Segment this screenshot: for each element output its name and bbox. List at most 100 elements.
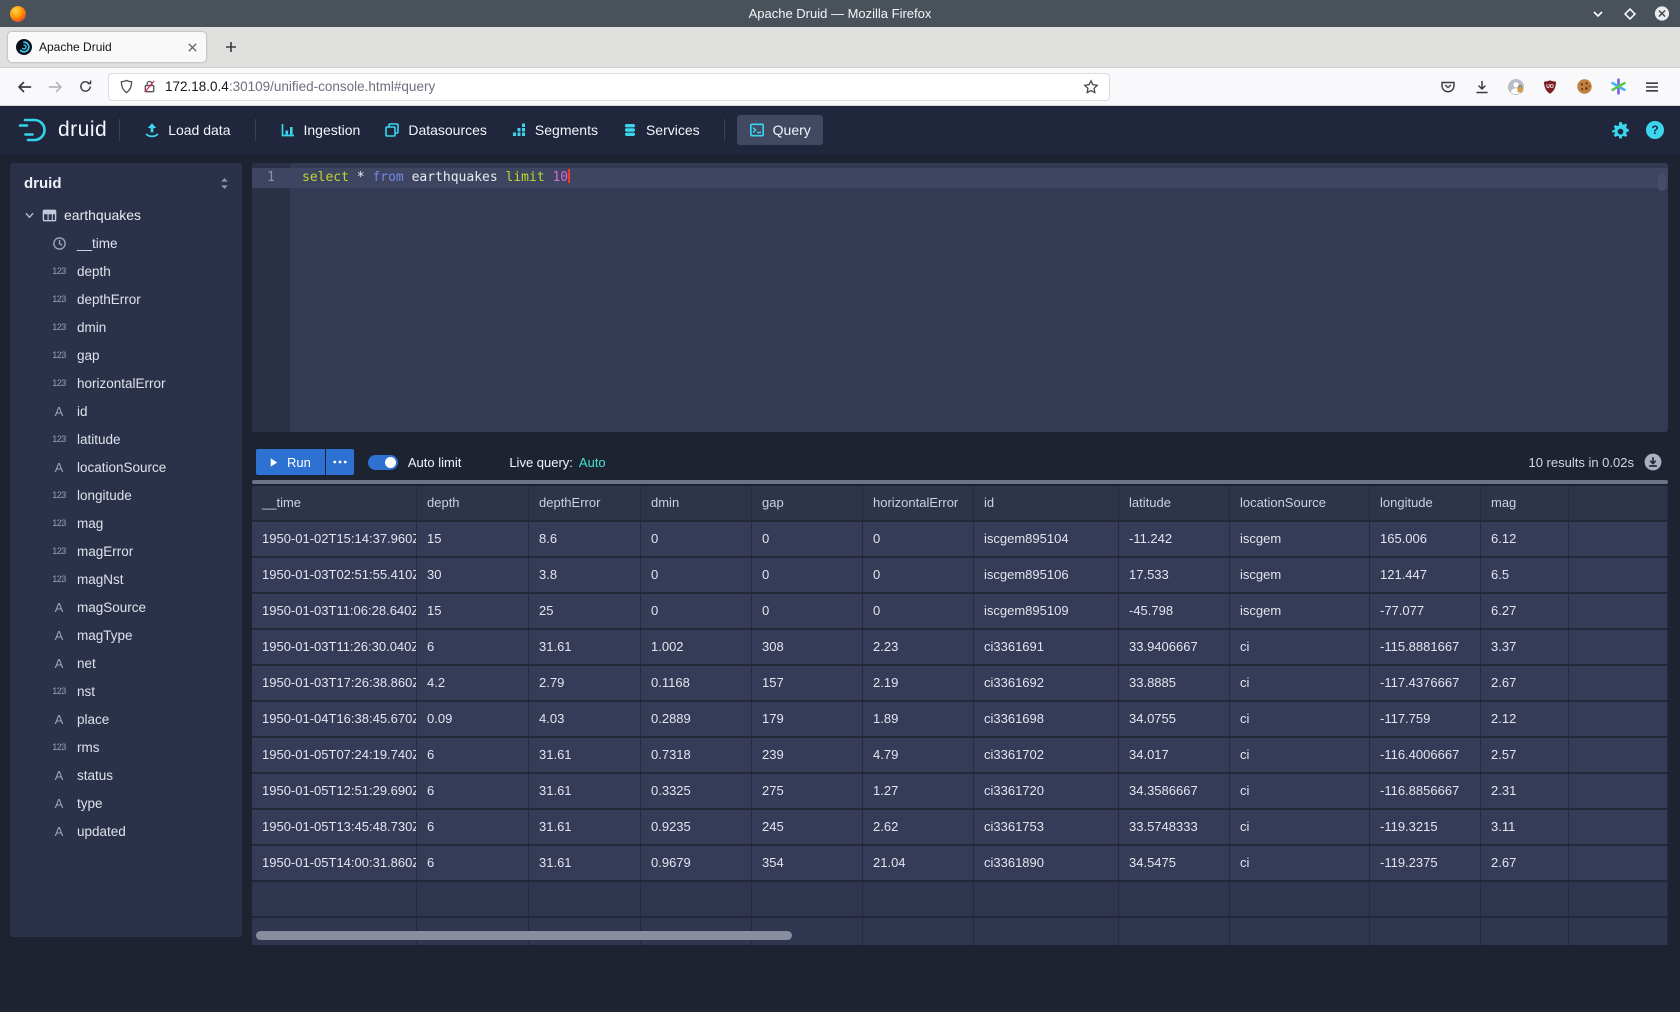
sidebar-column-dmin[interactable]: 123dmin: [24, 313, 232, 341]
account-extension-icon[interactable]: [1502, 73, 1530, 101]
schema-header[interactable]: druid: [24, 171, 232, 195]
cell-r7-c6[interactable]: ci3361720: [974, 774, 1119, 808]
cell-r2-c9[interactable]: -77.077: [1370, 594, 1481, 628]
cell-r5-c5[interactable]: 1.89: [863, 702, 974, 736]
druid-logo[interactable]: druid: [16, 116, 107, 144]
cell-r4-c0[interactable]: 1950-01-03T17:26:38.860Z: [252, 666, 417, 700]
cell-r3-c8[interactable]: ci: [1230, 630, 1370, 664]
cell-r1-c5[interactable]: 0: [863, 558, 974, 592]
cell-r7-c5[interactable]: 1.27: [863, 774, 974, 808]
cell-r9-c1[interactable]: 6: [417, 846, 529, 880]
asterisk-extension-icon[interactable]: [1604, 73, 1632, 101]
cell-r5-c7[interactable]: 34.0755: [1119, 702, 1230, 736]
column-header-dmin[interactable]: dmin: [641, 486, 752, 520]
cell-r9-c9[interactable]: -119.2375: [1370, 846, 1481, 880]
cell-r5-c6[interactable]: ci3361698: [974, 702, 1119, 736]
sidebar-column-horizontalerror[interactable]: 123horizontalError: [24, 369, 232, 397]
reload-icon[interactable]: [70, 73, 100, 101]
cell-r0-c6[interactable]: iscgem895104: [974, 522, 1119, 556]
cell-r4-c5[interactable]: 2.19: [863, 666, 974, 700]
cookie-extension-icon[interactable]: [1570, 73, 1598, 101]
column-header-deptherror[interactable]: depthError: [529, 486, 641, 520]
cell-r5-c1[interactable]: 0.09: [417, 702, 529, 736]
cell-r0-c7[interactable]: -11.242: [1119, 522, 1230, 556]
sort-carets-icon[interactable]: [219, 177, 230, 190]
window-close-icon[interactable]: [1654, 6, 1670, 22]
cell-r6-c11[interactable]: [1569, 738, 1668, 772]
cell-r1-c9[interactable]: 121.447: [1370, 558, 1481, 592]
cell-r6-c1[interactable]: 6: [417, 738, 529, 772]
cell-r4-c9[interactable]: -117.4376667: [1370, 666, 1481, 700]
cell-r8-c3[interactable]: 0.9235: [641, 810, 752, 844]
tab-close-icon[interactable]: [187, 42, 198, 53]
live-query-value[interactable]: Auto: [579, 455, 606, 470]
cell-r4-c2[interactable]: 2.79: [529, 666, 641, 700]
sidebar-column-depth[interactable]: 123depth: [24, 257, 232, 285]
cell-r2-c2[interactable]: 25: [529, 594, 641, 628]
column-header-horizontalerror[interactable]: horizontalError: [863, 486, 974, 520]
cell-r8-c9[interactable]: -119.3215: [1370, 810, 1481, 844]
sidebar-column-longitude[interactable]: 123longitude: [24, 481, 232, 509]
cell-r3-c3[interactable]: 1.002: [641, 630, 752, 664]
cell-r2-c5[interactable]: 0: [863, 594, 974, 628]
cell-r3-c11[interactable]: [1569, 630, 1668, 664]
window-maximize-icon[interactable]: [1622, 6, 1638, 22]
sidebar-column-place[interactable]: Aplace: [24, 705, 232, 733]
sidebar-column-magsource[interactable]: AmagSource: [24, 593, 232, 621]
cell-r2-c3[interactable]: 0: [641, 594, 752, 628]
column-header-latitude[interactable]: latitude: [1119, 486, 1230, 520]
cell-r0-c2[interactable]: 8.6: [529, 522, 641, 556]
cell-r8-c8[interactable]: ci: [1230, 810, 1370, 844]
cell-r8-c6[interactable]: ci3361753: [974, 810, 1119, 844]
ublock-origin-icon[interactable]: UO: [1536, 73, 1564, 101]
cell-r1-c2[interactable]: 3.8: [529, 558, 641, 592]
downloads-icon[interactable]: [1468, 73, 1496, 101]
run-button[interactable]: Run: [256, 449, 325, 475]
cell-r9-c6[interactable]: ci3361890: [974, 846, 1119, 880]
cell-r0-c11[interactable]: [1569, 522, 1668, 556]
cell-r1-c11[interactable]: [1569, 558, 1668, 592]
cell-r6-c4[interactable]: 239: [752, 738, 863, 772]
cell-r1-c3[interactable]: 0: [641, 558, 752, 592]
cell-r4-c1[interactable]: 4.2: [417, 666, 529, 700]
horizontal-scrollbar-thumb[interactable]: [256, 931, 792, 940]
column-header-locationsource[interactable]: locationSource: [1230, 486, 1370, 520]
cell-r0-c8[interactable]: iscgem: [1230, 522, 1370, 556]
sidebar-column-magnst[interactable]: 123magNst: [24, 565, 232, 593]
cell-r2-c11[interactable]: [1569, 594, 1668, 628]
editor-scrollbar-thumb[interactable]: [1658, 173, 1666, 191]
cell-r6-c0[interactable]: 1950-01-05T07:24:19.740Z: [252, 738, 417, 772]
cell-r6-c7[interactable]: 34.017: [1119, 738, 1230, 772]
cell-r4-c4[interactable]: 157: [752, 666, 863, 700]
cell-r9-c8[interactable]: ci: [1230, 846, 1370, 880]
cell-r1-c8[interactable]: iscgem: [1230, 558, 1370, 592]
cell-r1-c7[interactable]: 17.533: [1119, 558, 1230, 592]
sidebar-column-net[interactable]: Anet: [24, 649, 232, 677]
cell-r3-c9[interactable]: -115.8881667: [1370, 630, 1481, 664]
cell-r9-c10[interactable]: 2.67: [1481, 846, 1569, 880]
column-header-empty[interactable]: [1569, 486, 1668, 520]
cell-r3-c7[interactable]: 33.9406667: [1119, 630, 1230, 664]
cell-r6-c6[interactable]: ci3361702: [974, 738, 1119, 772]
cell-r6-c8[interactable]: ci: [1230, 738, 1370, 772]
cell-r1-c1[interactable]: 30: [417, 558, 529, 592]
tracking-shield-icon[interactable]: [119, 79, 134, 94]
sidebar-column-nst[interactable]: 123nst: [24, 677, 232, 705]
cell-r6-c9[interactable]: -116.4006667: [1370, 738, 1481, 772]
nav-ingestion[interactable]: Ingestion: [268, 115, 373, 145]
cell-r3-c1[interactable]: 6: [417, 630, 529, 664]
column-header-gap[interactable]: gap: [752, 486, 863, 520]
cell-r0-c1[interactable]: 15: [417, 522, 529, 556]
cell-r8-c4[interactable]: 245: [752, 810, 863, 844]
browser-tab-apache-druid[interactable]: Apache Druid: [8, 32, 206, 62]
sidebar-column-id[interactable]: Aid: [24, 397, 232, 425]
column-header-depth[interactable]: depth: [417, 486, 529, 520]
sidebar-item-earthquakes[interactable]: earthquakes: [24, 201, 232, 229]
url-bar[interactable]: 172.18.0.4:30109/unified-console.html#qu…: [108, 73, 1110, 101]
cell-r6-c2[interactable]: 31.61: [529, 738, 641, 772]
cell-r8-c5[interactable]: 2.62: [863, 810, 974, 844]
cell-r6-c10[interactable]: 2.57: [1481, 738, 1569, 772]
cell-r7-c4[interactable]: 275: [752, 774, 863, 808]
cell-r3-c4[interactable]: 308: [752, 630, 863, 664]
sidebar-column-magerror[interactable]: 123magError: [24, 537, 232, 565]
